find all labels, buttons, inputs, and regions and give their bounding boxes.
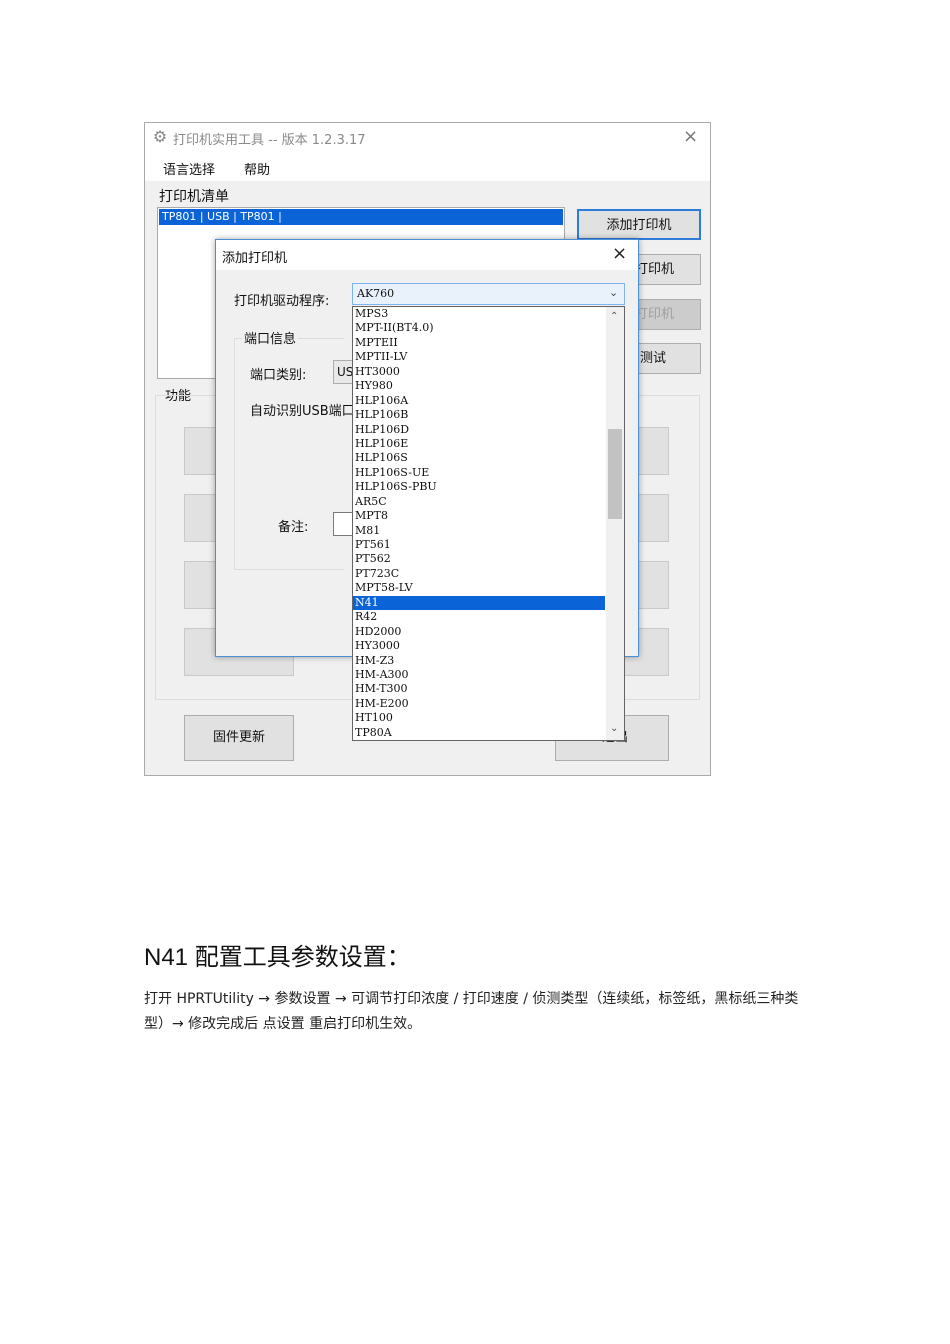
dropdown-option[interactable]: MPTII-LV xyxy=(353,350,605,364)
chevron-down-icon[interactable]: ⌄ xyxy=(610,723,618,734)
document-paragraph: 打开 HPRTUtility → 参数设置 → 可调节打印浓度 / 打印速度 /… xyxy=(144,991,799,1032)
window-titlebar: ⚙ 打印机实用工具 -- 版本 1.2.3.17 × xyxy=(145,123,710,151)
dropdown-option[interactable]: HY980 xyxy=(353,379,605,393)
dropdown-option[interactable]: HLP106B xyxy=(353,408,605,422)
dropdown-option[interactable]: HT3000 xyxy=(353,365,605,379)
driver-select[interactable]: AK760 ⌄ xyxy=(352,283,625,305)
dropdown-option[interactable]: MPT8 xyxy=(353,509,605,523)
auto-detect-usb-label: 自动识别USB端口 xyxy=(250,404,355,419)
close-icon[interactable]: × xyxy=(612,243,627,264)
dropdown-option[interactable]: HLP106S-PBU xyxy=(353,480,605,494)
dialog-title: 添加打印机 xyxy=(222,251,288,266)
list-item[interactable]: TP801 | USB | TP801 | xyxy=(159,209,563,225)
dropdown-option[interactable]: MPS3 xyxy=(353,307,605,321)
close-icon[interactable]: × xyxy=(683,126,698,147)
add-printer-button[interactable]: 添加打印机 xyxy=(577,209,701,240)
chevron-up-icon[interactable]: ⌃ xyxy=(610,311,618,322)
dropdown-option[interactable]: HM-Z3 xyxy=(353,654,605,668)
dropdown-option[interactable]: HLP106S-UE xyxy=(353,466,605,480)
remark-label: 备注: xyxy=(278,520,309,535)
port-info-label: 端口信息 xyxy=(242,328,299,347)
dropdown-option-selected[interactable]: N41 xyxy=(353,595,605,611)
dropdown-option[interactable]: R42 xyxy=(353,610,605,624)
dropdown-option[interactable]: HT100 xyxy=(353,711,605,725)
dropdown-option[interactable]: PT723C xyxy=(353,567,605,581)
dropdown-option[interactable]: HLP106S xyxy=(353,451,605,465)
dropdown-scrollbar[interactable]: ⌃ ⌄ xyxy=(606,307,624,740)
dropdown-option[interactable]: PT562 xyxy=(353,552,605,566)
dropdown-option[interactable]: MPTEII xyxy=(353,336,605,350)
dropdown-option[interactable]: HLP106E xyxy=(353,437,605,451)
scrollbar-thumb[interactable] xyxy=(608,429,622,519)
chevron-down-icon[interactable]: ⌄ xyxy=(609,286,618,299)
dropdown-option[interactable]: HM-E200 xyxy=(353,697,605,711)
document-heading: N41 配置工具参数设置： xyxy=(144,944,411,971)
dropdown-option[interactable]: MPT-II(BT4.0) xyxy=(353,321,605,335)
dropdown-option[interactable]: HY3000 xyxy=(353,639,605,653)
dropdown-option[interactable]: AR5C xyxy=(353,495,605,509)
dropdown-option[interactable]: MPT58-LV xyxy=(353,581,605,595)
dropdown-option[interactable]: HLP106A xyxy=(353,394,605,408)
dropdown-items: MPS3 MPT-II(BT4.0) MPTEII MPTII-LV HT300… xyxy=(353,307,605,740)
port-type-label: 端口类别: xyxy=(250,368,307,383)
dropdown-option[interactable]: TP80A xyxy=(353,726,605,740)
dropdown-option[interactable]: M81 xyxy=(353,524,605,538)
window-title: 打印机实用工具 -- 版本 1.2.3.17 xyxy=(173,133,366,148)
menu-help[interactable]: 帮助 xyxy=(244,159,270,178)
printer-list-label: 打印机清单 xyxy=(159,189,229,205)
dialog-titlebar: 添加打印机 × xyxy=(216,240,638,270)
menu-language[interactable]: 语言选择 xyxy=(163,159,215,178)
dropdown-option[interactable]: HM-A300 xyxy=(353,668,605,682)
driver-label: 打印机驱动程序: xyxy=(234,294,330,309)
driver-select-value: AK760 xyxy=(357,287,395,300)
dropdown-option[interactable]: PT561 xyxy=(353,538,605,552)
driver-dropdown-list[interactable]: MPS3 MPT-II(BT4.0) MPTEII MPTII-LV HT300… xyxy=(352,306,625,741)
firmware-update-button[interactable]: 固件更新 xyxy=(184,715,294,761)
gear-icon: ⚙ xyxy=(152,127,168,146)
dropdown-option[interactable]: HD2000 xyxy=(353,625,605,639)
dropdown-option[interactable]: HLP106D xyxy=(353,423,605,437)
dropdown-option[interactable]: HM-T300 xyxy=(353,682,605,696)
menu-bar xyxy=(145,151,710,181)
